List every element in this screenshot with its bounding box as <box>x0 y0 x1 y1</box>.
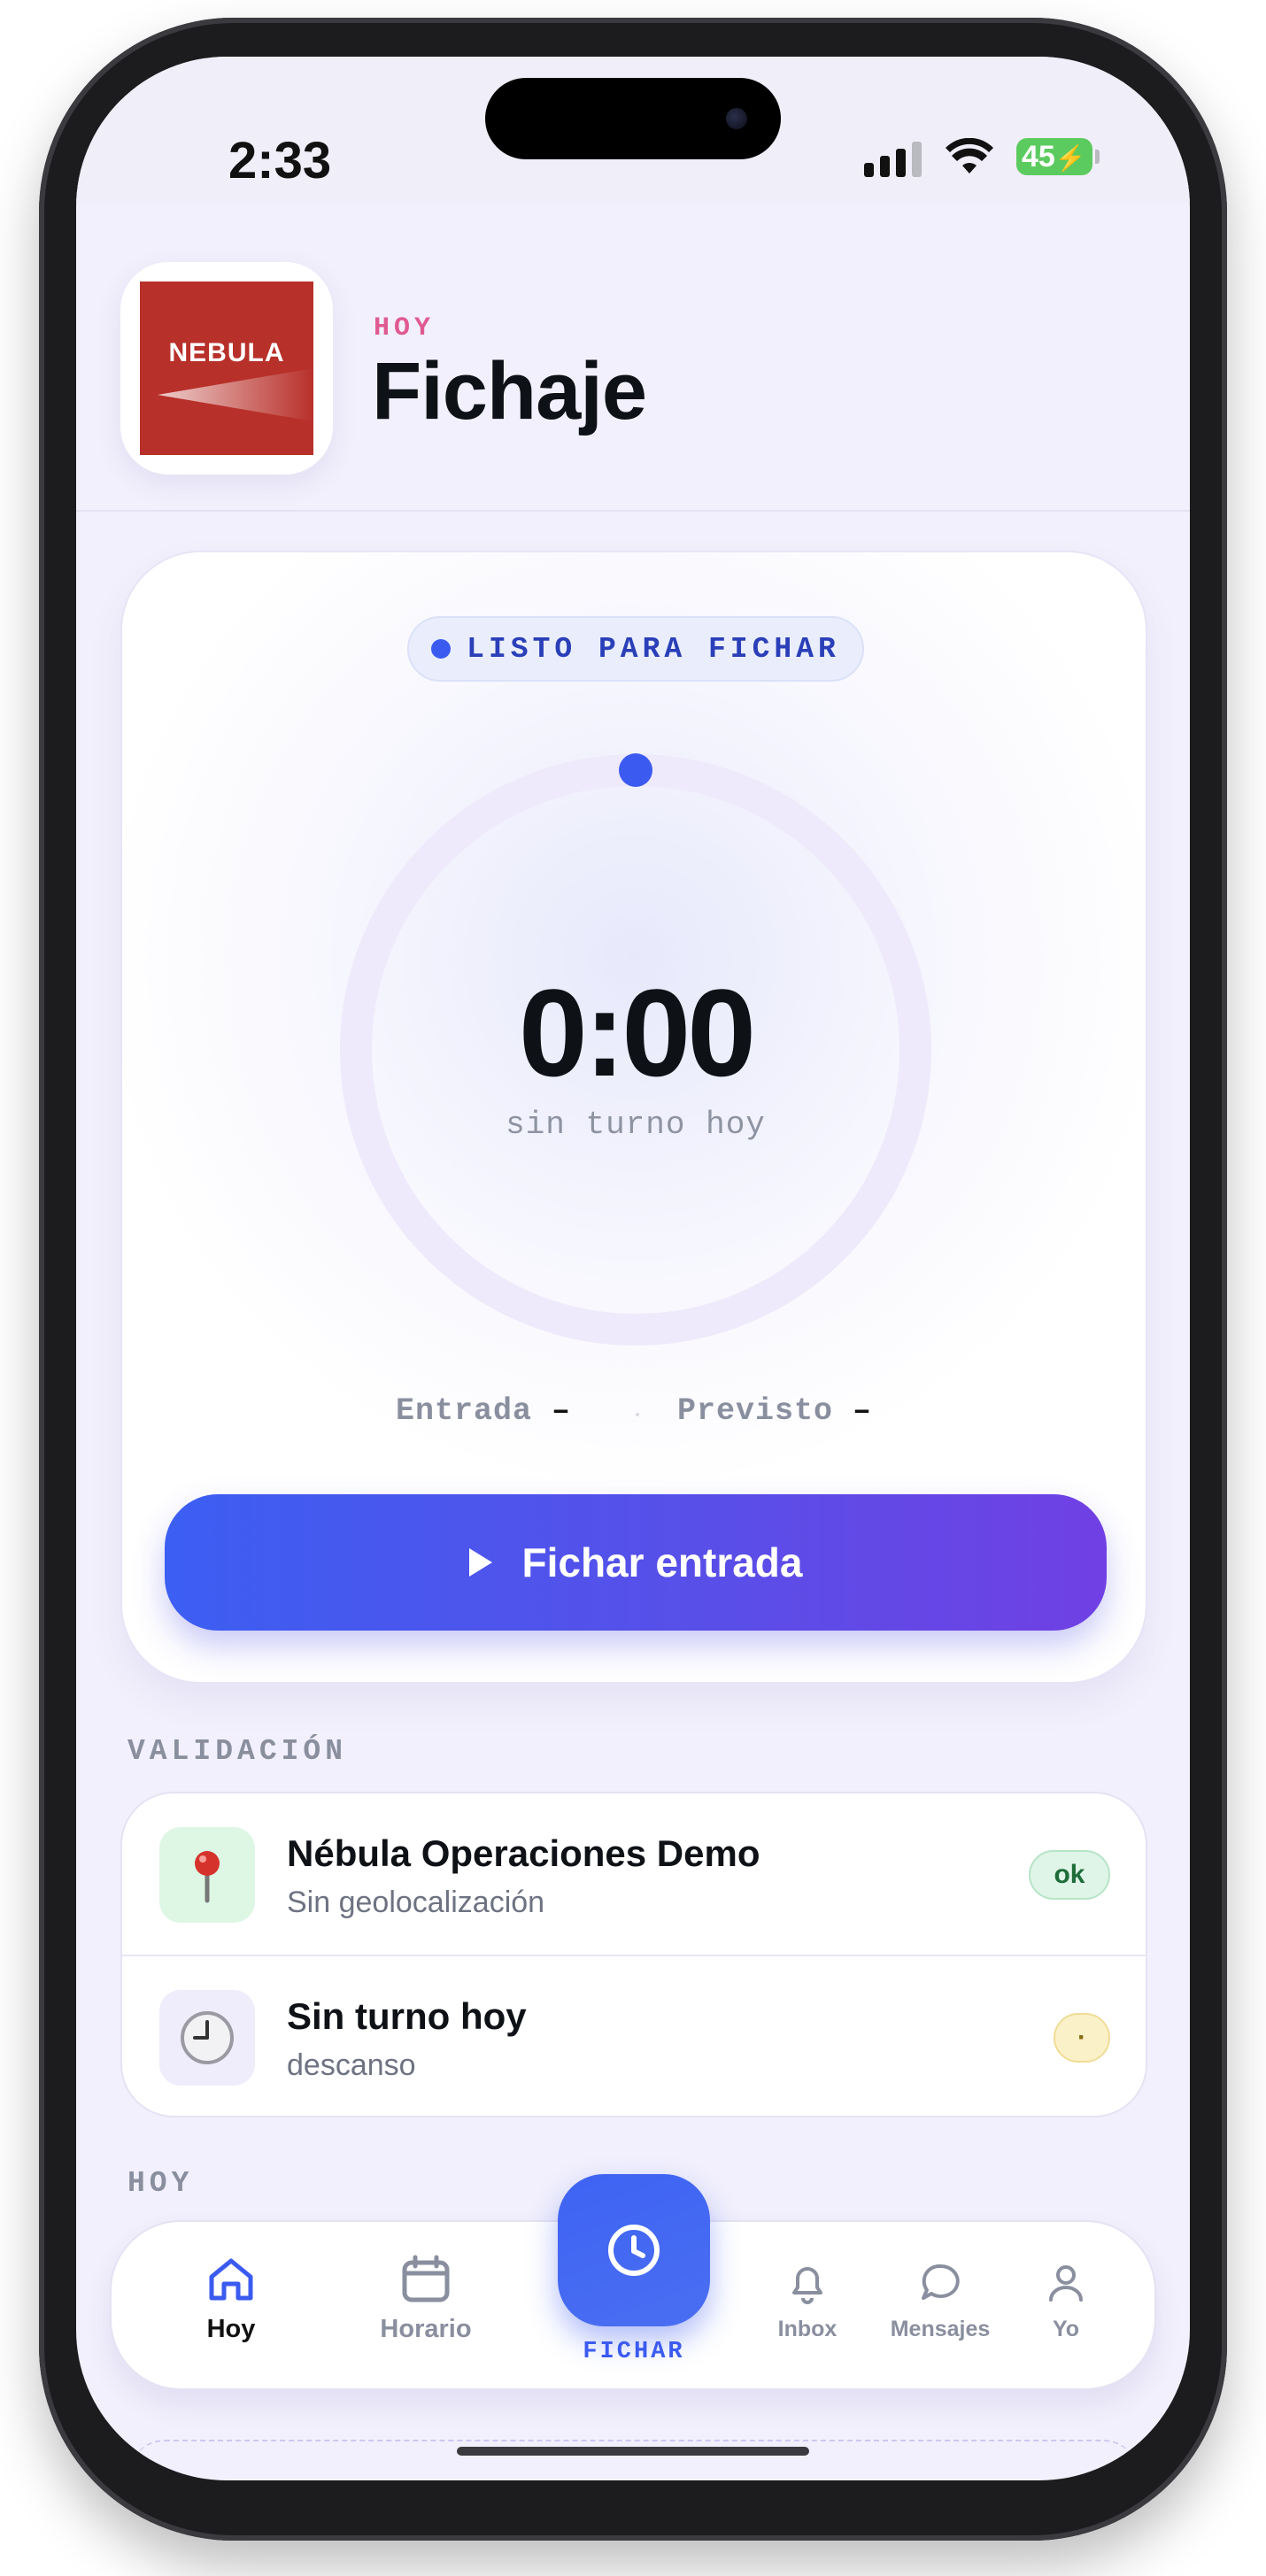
battery-level: 45 <box>1022 140 1055 174</box>
logo-mark: NEBULA <box>140 282 313 455</box>
meta-separator <box>636 1413 639 1416</box>
calendar-icon <box>402 2255 450 2302</box>
tab-label: Mensajes <box>890 2317 991 2341</box>
tab-label: Inbox <box>777 2317 838 2341</box>
today-section-label: HOY <box>127 2167 194 2200</box>
validation-section-label: VALIDACIÓN <box>127 1735 348 1768</box>
home-indicator <box>457 2447 809 2456</box>
pin-icon <box>159 1827 255 1923</box>
list-item[interactable]: Sin turno hoy descanso · <box>122 1955 1146 2116</box>
fichar-fab-button[interactable] <box>558 2174 710 2326</box>
previsto-value: – <box>853 1393 873 1429</box>
clock-icon <box>159 1990 255 2086</box>
status-badge: · <box>1054 2013 1110 2063</box>
row-subtitle: Sin geolocalización <box>287 1886 545 1919</box>
status-time: 2:33 <box>228 132 332 189</box>
elapsed-subtitle: sin turno hoy <box>506 1107 766 1143</box>
tab-label: Hoy <box>206 2315 256 2343</box>
status-dot <box>431 639 452 659</box>
battery-indicator: 45⚡ <box>1016 138 1100 175</box>
camera-icon <box>726 108 747 129</box>
fichar-fab-label: FICHAR <box>583 2339 685 2365</box>
fichar-entrada-label: Fichar entrada <box>521 1539 803 1585</box>
tab-mensajes[interactable]: Mensajes <box>878 2261 1002 2342</box>
list-item[interactable]: Nébula Operaciones Demo Sin geolocalizac… <box>122 1793 1146 1955</box>
fichar-entrada-button[interactable]: Fichar entrada <box>165 1494 1107 1631</box>
home-icon <box>209 2258 253 2301</box>
page-title: Fichaje <box>372 346 647 436</box>
charging-icon: ⚡ <box>1054 144 1086 172</box>
tab-inbox[interactable]: Inbox <box>754 2261 861 2342</box>
validation-list: Nébula Operaciones Demo Sin geolocalizac… <box>120 1792 1147 2117</box>
tab-label: Horario <box>380 2315 472 2343</box>
entrada-meta: Entrada – <box>396 1393 571 1429</box>
company-logo: NEBULA <box>120 262 333 474</box>
status-pill: LISTO PARA FICHAR <box>407 616 864 682</box>
shift-meta: Entrada – Previsto – <box>122 1393 1146 1429</box>
tab-yo[interactable]: Yo <box>1022 2261 1110 2342</box>
timer-ring: 0:00 sin turno hoy <box>335 749 937 1351</box>
cellular-signal-icon <box>864 142 922 177</box>
tab-hoy[interactable]: Hoy <box>174 2254 289 2344</box>
dashed-placeholder <box>129 2440 1139 2480</box>
entrada-value: – <box>551 1393 571 1429</box>
status-badge: ok <box>1029 1850 1110 1900</box>
page-eyebrow: HOY <box>374 313 436 343</box>
clock-icon <box>608 2225 660 2276</box>
entrada-label: Entrada <box>395 1393 532 1429</box>
progress-handle <box>619 753 652 787</box>
previsto-label: Previsto <box>677 1393 834 1429</box>
wifi-icon <box>946 138 993 174</box>
chat-icon <box>922 2264 960 2300</box>
app-screen: 2:33 45⚡ NEBULA HOY Fichaje LISTO PARA F… <box>76 57 1190 2480</box>
tab-label: Yo <box>1052 2317 1080 2341</box>
status-pill-label: LISTO PARA FICHAR <box>467 632 840 666</box>
elapsed-time: 0:00 <box>518 963 756 1102</box>
logo-beam-icon <box>158 368 313 421</box>
tab-horario[interactable]: Horario <box>351 2254 501 2344</box>
row-title: Nébula Operaciones Demo <box>287 1832 760 1874</box>
previsto-meta: Previsto – <box>677 1393 872 1429</box>
bell-icon <box>792 2267 822 2304</box>
row-subtitle: descanso <box>287 2048 416 2082</box>
dynamic-island <box>485 78 781 159</box>
row-title: Sin turno hoy <box>287 1995 527 2037</box>
clock-card: LISTO PARA FICHAR 0:00 sin turno hoy Ent… <box>120 551 1147 1684</box>
person-icon <box>1049 2265 1083 2302</box>
header-divider <box>76 510 1190 512</box>
play-icon <box>468 1548 492 1577</box>
